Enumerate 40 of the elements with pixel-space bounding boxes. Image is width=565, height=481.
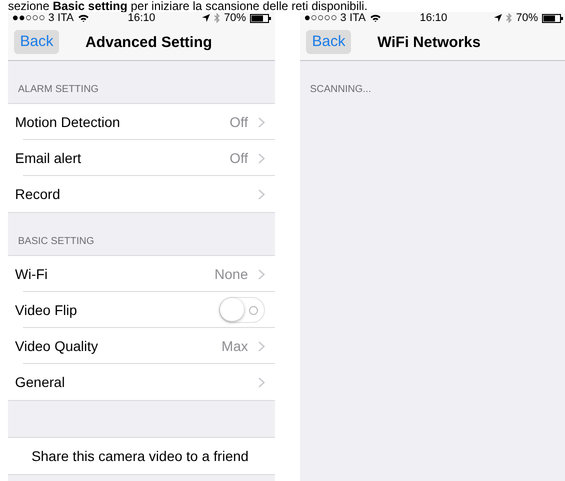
battery-icon bbox=[250, 14, 271, 22]
setting-label: Record bbox=[15, 186, 62, 202]
back-button[interactable]: Back bbox=[306, 30, 352, 54]
setting-value: Off bbox=[230, 114, 248, 130]
chevron-icon bbox=[258, 116, 265, 128]
clock-text: 16:10 bbox=[420, 12, 448, 24]
section-header: SCANNING... bbox=[310, 84, 372, 95]
setting-value: None bbox=[214, 266, 248, 282]
chevron-icon bbox=[258, 268, 265, 280]
battery-icon bbox=[542, 14, 563, 22]
chevron-icon bbox=[258, 376, 265, 388]
chevron-icon bbox=[258, 188, 265, 200]
bluetooth-icon bbox=[506, 13, 512, 23]
setting-label: General bbox=[15, 374, 66, 390]
section-header: BASIC SETTING bbox=[18, 236, 94, 247]
screen-title: WiFi Networks bbox=[377, 34, 481, 50]
back-button[interactable]: Back bbox=[14, 30, 60, 54]
setting-label: Video Quality bbox=[15, 338, 100, 354]
location-icon bbox=[494, 14, 502, 22]
caption-text: sezione Basic setting per iniziare la scansione delle reti disponibili. bbox=[7, 0, 369, 12]
chevron-icon bbox=[258, 152, 265, 164]
wifi-icon bbox=[78, 14, 89, 22]
battery-text: 70% bbox=[224, 12, 246, 24]
setting-label: Motion Detection bbox=[15, 114, 122, 130]
carrier-text: ●●○○○ 3 ITA bbox=[12, 12, 74, 24]
setting-label: Email alert bbox=[15, 150, 82, 166]
toggle-switch[interactable] bbox=[219, 297, 265, 323]
bluetooth-icon bbox=[214, 13, 220, 23]
wifi-icon bbox=[370, 14, 381, 22]
screen-title: Advanced Setting bbox=[85, 34, 212, 50]
setting-label: Video Flip bbox=[15, 302, 78, 318]
section-header: ALARM SETTING bbox=[18, 84, 99, 95]
setting-value: Off bbox=[230, 150, 248, 166]
setting-value: Max bbox=[222, 338, 248, 354]
carrier-text: ●○○○○ 3 ITA bbox=[304, 12, 366, 24]
battery-text: 70% bbox=[516, 12, 538, 24]
location-icon bbox=[202, 14, 210, 22]
setting-label: Wi-Fi bbox=[15, 266, 49, 282]
chevron-icon bbox=[258, 340, 265, 352]
clock-text: 16:10 bbox=[128, 12, 156, 24]
